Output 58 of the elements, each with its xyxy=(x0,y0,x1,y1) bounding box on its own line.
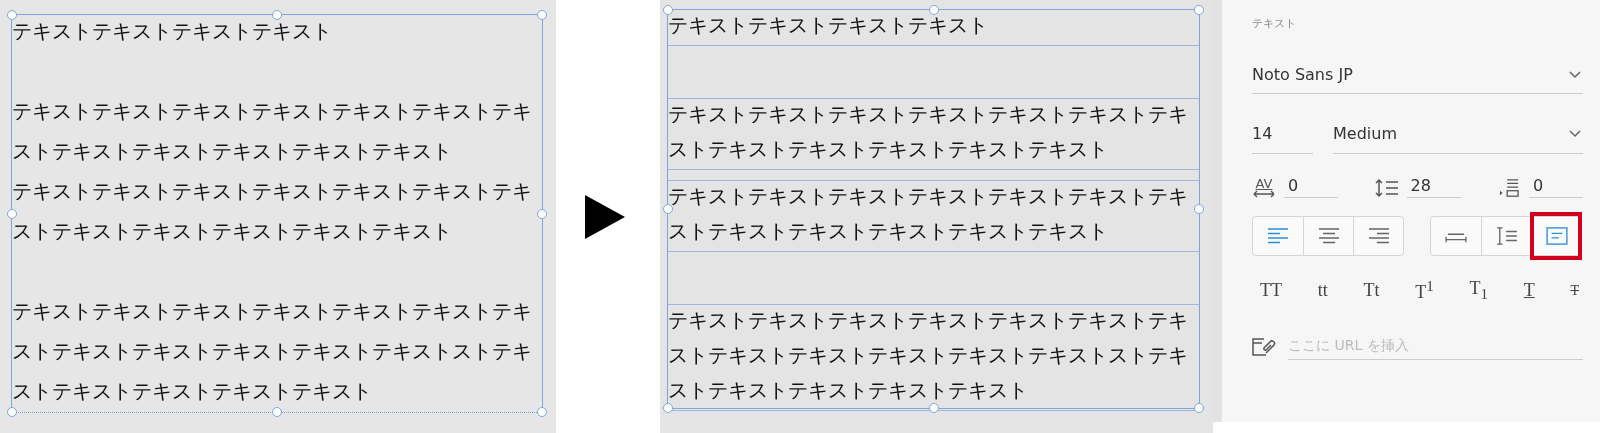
text-line: ストテキストテキストテキストテキストテキストストテキ xyxy=(12,338,532,364)
spacing-field[interactable]: 0 xyxy=(1284,174,1338,198)
align-center-icon xyxy=(1317,227,1340,245)
text-line: テキストテキストテキストテキストテキストテキストテキ xyxy=(668,183,1188,210)
resize-handle[interactable] xyxy=(1194,403,1204,413)
text-style-button[interactable]: T xyxy=(1519,276,1539,305)
text-line: ストテキストテキストテキストテキストテキストストテキ xyxy=(668,342,1188,369)
resize-handle[interactable] xyxy=(7,10,17,20)
text-line: テキストテキストテキストテキストテキストテキストテキ xyxy=(12,298,532,324)
text-style-button[interactable]: T$_{1}$ xyxy=(1465,276,1492,305)
align-left-icon xyxy=(1267,227,1289,245)
line-spacing-icon xyxy=(1374,178,1399,198)
resize-handle[interactable] xyxy=(7,208,17,219)
text-line: テキストテキストテキストテキストテキストテキストテキ xyxy=(668,307,1188,334)
resize-handle[interactable] xyxy=(1194,204,1204,214)
text-line: ストテキストテキストテキストテキストテキスト xyxy=(12,138,452,164)
align-right-icon xyxy=(1367,227,1390,245)
text-line: ストテキストテキストテキストテキストテキスト xyxy=(12,218,452,244)
text-style-button[interactable]: T$^{1}$ xyxy=(1411,276,1438,305)
font-size-field[interactable]: 14 xyxy=(1252,94,1313,154)
resize-handle[interactable] xyxy=(1194,5,1204,15)
play-icon xyxy=(585,194,625,239)
url-field[interactable]: ここに URL を挿入 xyxy=(1288,331,1583,360)
resize-handle[interactable] xyxy=(537,208,547,219)
paragraph-spacing-icon xyxy=(1497,178,1521,198)
resize-handle[interactable] xyxy=(663,204,673,214)
spacing-field[interactable]: 28 xyxy=(1406,174,1461,198)
resize-handle[interactable] xyxy=(272,10,282,20)
resize-handle[interactable] xyxy=(537,10,547,20)
text-line: ストテキストテキストテキストテキスト xyxy=(668,377,1028,404)
resize-handle[interactable] xyxy=(663,5,673,15)
text-line: テキストテキストテキストテキストテキストテキストテキ xyxy=(12,98,532,124)
text-style-button[interactable]: TT xyxy=(1256,276,1286,305)
spacing-field[interactable]: 0 xyxy=(1529,174,1583,198)
text-line: ストテキストテキストテキストテキストテキスト xyxy=(668,218,1108,245)
text-line: ストテキストテキストテキストテキストテキスト xyxy=(668,136,1108,163)
section-title: テキスト xyxy=(1252,16,1297,32)
text-style-button[interactable]: T xyxy=(1566,276,1583,305)
resize-handle[interactable] xyxy=(537,407,547,417)
font-weight-dropdown[interactable]: Medium xyxy=(1333,94,1583,154)
text-line: ストテキストテキストテキストテキスト xyxy=(12,378,372,404)
text-line: テキストテキストテキストテキストテキストテキストテキ xyxy=(12,178,532,204)
chevron-down-icon xyxy=(1569,70,1581,79)
chevron-down-icon xyxy=(1569,129,1581,138)
text-line: テキストテキストテキストテキスト xyxy=(12,18,332,44)
resize-handle[interactable] xyxy=(7,407,17,417)
resize-handle[interactable] xyxy=(272,407,282,417)
text-frame-icon xyxy=(1545,227,1568,245)
text-style-button[interactable]: tt xyxy=(1313,276,1332,305)
resize-handle[interactable] xyxy=(928,5,939,15)
font-family-dropdown[interactable]: Noto Sans JP xyxy=(1252,36,1583,94)
line-height-icon xyxy=(1495,227,1518,245)
text-line: テキストテキストテキストテキストテキストテキストテキ xyxy=(668,101,1188,128)
text-style-button[interactable]: Tt xyxy=(1359,276,1384,305)
link-icon xyxy=(1252,335,1276,356)
text-line: テキストテキストテキストテキスト xyxy=(668,12,988,39)
resize-handle[interactable] xyxy=(928,403,939,413)
resize-handle[interactable] xyxy=(663,403,673,413)
